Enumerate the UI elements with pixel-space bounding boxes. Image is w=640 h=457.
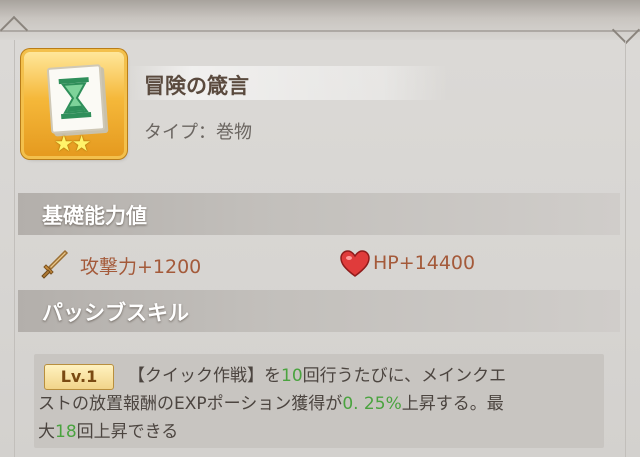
- skill-text-e: 大: [38, 422, 55, 442]
- passive-skill-header-label: パッシブスキル: [42, 301, 189, 325]
- item-name: 冒険の箴言: [144, 74, 249, 98]
- sword-icon: [41, 249, 69, 279]
- panel-top-frame: [0, 0, 640, 40]
- skill-value-count: 10: [281, 366, 303, 386]
- item-icon: ★★: [24, 52, 124, 157]
- item-detail-panel: ★★ 冒険の箴言 タイプ：巻物 基礎能力値 攻撃力+1200 HP+14400 …: [0, 0, 640, 457]
- rarity-stars: ★★: [54, 132, 91, 157]
- skill-value-percent: 0. 25%: [342, 394, 402, 414]
- skill-description: 【クイック作戦】を10回行うたびに、メインクエ ストの放置報酬のEXPポーション…: [38, 362, 598, 446]
- heart-icon: [340, 250, 370, 277]
- item-type: タイプ：巻物: [144, 122, 252, 143]
- skill-level-badge: Lv.1: [44, 364, 114, 390]
- base-stats-header-label: 基礎能力値: [42, 204, 147, 228]
- skill-text-a: 【クイック作戦】を: [128, 366, 281, 386]
- hp-stat: HP+14400: [373, 252, 476, 274]
- skill-value-max: 18: [55, 422, 77, 442]
- skill-text-c: ストの放置報酬のEXPポーション獲得が: [38, 394, 343, 414]
- hourglass-scroll-icon: [46, 64, 106, 134]
- attack-stat: 攻撃力+1200: [80, 256, 202, 278]
- skill-text-b: 回行うたびに、メインクエ: [302, 366, 507, 386]
- base-stats-header: 基礎能力値: [18, 193, 620, 235]
- passive-skill-header: パッシブスキル: [18, 290, 620, 332]
- skill-text-f: 回上昇できる: [76, 422, 179, 442]
- skill-text-d: 上昇する。最: [401, 394, 504, 414]
